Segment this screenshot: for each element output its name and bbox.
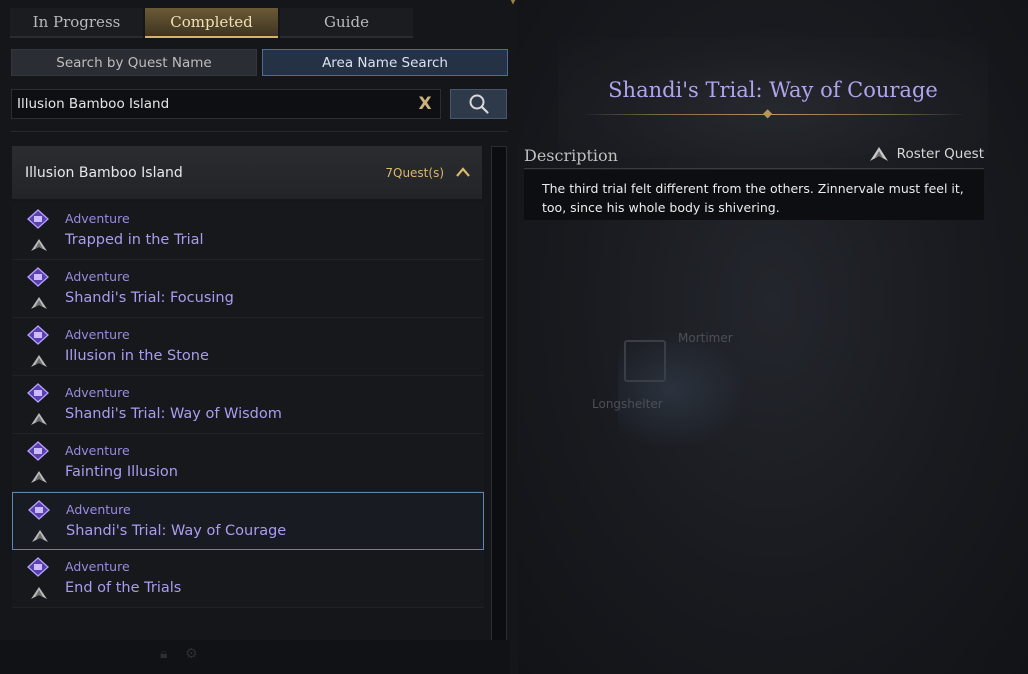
roster-quest-icon xyxy=(31,471,47,483)
adventure-book-icon xyxy=(27,325,49,345)
scrollbar[interactable] xyxy=(491,146,507,664)
quest-type: Adventure xyxy=(65,559,130,574)
roster-quest-icon xyxy=(31,355,47,367)
exit-icon xyxy=(624,340,666,382)
quest-list-panel: ▼ In Progress Completed Guide Search by … xyxy=(0,0,518,674)
title-divider xyxy=(580,114,966,115)
lock-icon: 🔒︎ xyxy=(160,646,168,662)
search-icon xyxy=(469,94,489,114)
search-input[interactable] xyxy=(12,90,407,118)
list-item[interactable]: Adventure Shandi's Trial: Way of Wisdom xyxy=(12,376,484,434)
quest-tabs: In Progress Completed Guide xyxy=(10,8,415,38)
search-button[interactable] xyxy=(450,89,507,119)
adventure-book-icon xyxy=(27,441,49,461)
quest-title: Illusion in the Stone xyxy=(65,348,209,364)
roster-quest-icon xyxy=(31,413,47,425)
tab-in-progress[interactable]: In Progress xyxy=(10,8,143,38)
quest-list: Adventure Trapped in the Trial Adventure… xyxy=(12,202,484,608)
quest-title: Shandi's Trial: Focusing xyxy=(65,290,234,306)
quest-detail-panel: Shandi's Trial: Way of Courage ◆ Descrip… xyxy=(518,0,1028,674)
list-item[interactable]: Adventure End of the Trials xyxy=(12,550,484,608)
divider xyxy=(11,131,508,132)
list-item-selected[interactable]: Adventure Shandi's Trial: Way of Courage xyxy=(12,492,484,550)
area-name: Illusion Bamboo Island xyxy=(25,164,183,181)
ornament-icon: ◆ xyxy=(763,106,773,120)
chevron-up-icon[interactable] xyxy=(456,165,470,181)
adventure-book-icon xyxy=(27,383,49,403)
area-name-search-button[interactable]: Area Name Search xyxy=(262,49,508,76)
close-icon[interactable]: X xyxy=(416,94,434,114)
adventure-book-icon xyxy=(27,209,49,229)
roster-quest-icon xyxy=(31,297,47,309)
quest-title: Shandi's Trial: Way of Courage xyxy=(66,523,287,539)
gear-icon: ⚙ xyxy=(185,646,198,662)
adventure-book-icon xyxy=(27,267,49,287)
roster-quest-icon xyxy=(31,239,47,251)
quest-title: Shandi's Trial: Way of Wisdom xyxy=(65,406,282,422)
quest-type: Adventure xyxy=(65,385,130,400)
map-npc-label: Mortimer xyxy=(678,331,733,345)
quest-count: 7Quest(s) xyxy=(385,165,444,180)
adventure-book-icon xyxy=(27,557,49,577)
roster-quest-icon xyxy=(31,587,47,599)
bottom-bar xyxy=(0,640,510,674)
search-field: X xyxy=(11,89,441,119)
list-item[interactable]: Adventure Shandi's Trial: Focusing xyxy=(12,260,484,318)
quest-title: Fainting Illusion xyxy=(65,464,178,480)
quest-title: End of the Trials xyxy=(65,580,182,596)
list-item[interactable]: Adventure Illusion in the Stone xyxy=(12,318,484,376)
quest-type: Adventure xyxy=(65,211,130,226)
map-place-label: Longshelter xyxy=(592,397,663,411)
tab-completed[interactable]: Completed xyxy=(145,8,278,38)
list-item[interactable]: Adventure Trapped in the Trial xyxy=(12,202,484,260)
description-text: The third trial felt different from the … xyxy=(524,170,984,220)
description-header: Description Roster Quest xyxy=(524,143,984,169)
quest-type: Adventure xyxy=(66,502,131,517)
list-item[interactable]: Adventure Fainting Illusion xyxy=(12,434,484,492)
roster-quest-tag: Roster Quest xyxy=(869,146,984,162)
search-by-quest-name-button[interactable]: Search by Quest Name xyxy=(11,49,257,76)
roster-quest-icon xyxy=(32,530,48,542)
quest-type: Adventure xyxy=(65,327,130,342)
area-group-header[interactable]: Illusion Bamboo Island 7Quest(s) xyxy=(12,146,482,199)
roster-quest-icon xyxy=(869,147,888,161)
description-label: Description xyxy=(524,146,618,165)
tab-guide[interactable]: Guide xyxy=(280,8,413,38)
quest-detail-title: Shandi's Trial: Way of Courage xyxy=(608,78,938,102)
adventure-book-icon xyxy=(28,500,50,520)
quest-type: Adventure xyxy=(65,443,130,458)
quest-title: Trapped in the Trial xyxy=(65,232,204,248)
roster-quest-label: Roster Quest xyxy=(896,146,984,162)
quest-type: Adventure xyxy=(65,269,130,284)
